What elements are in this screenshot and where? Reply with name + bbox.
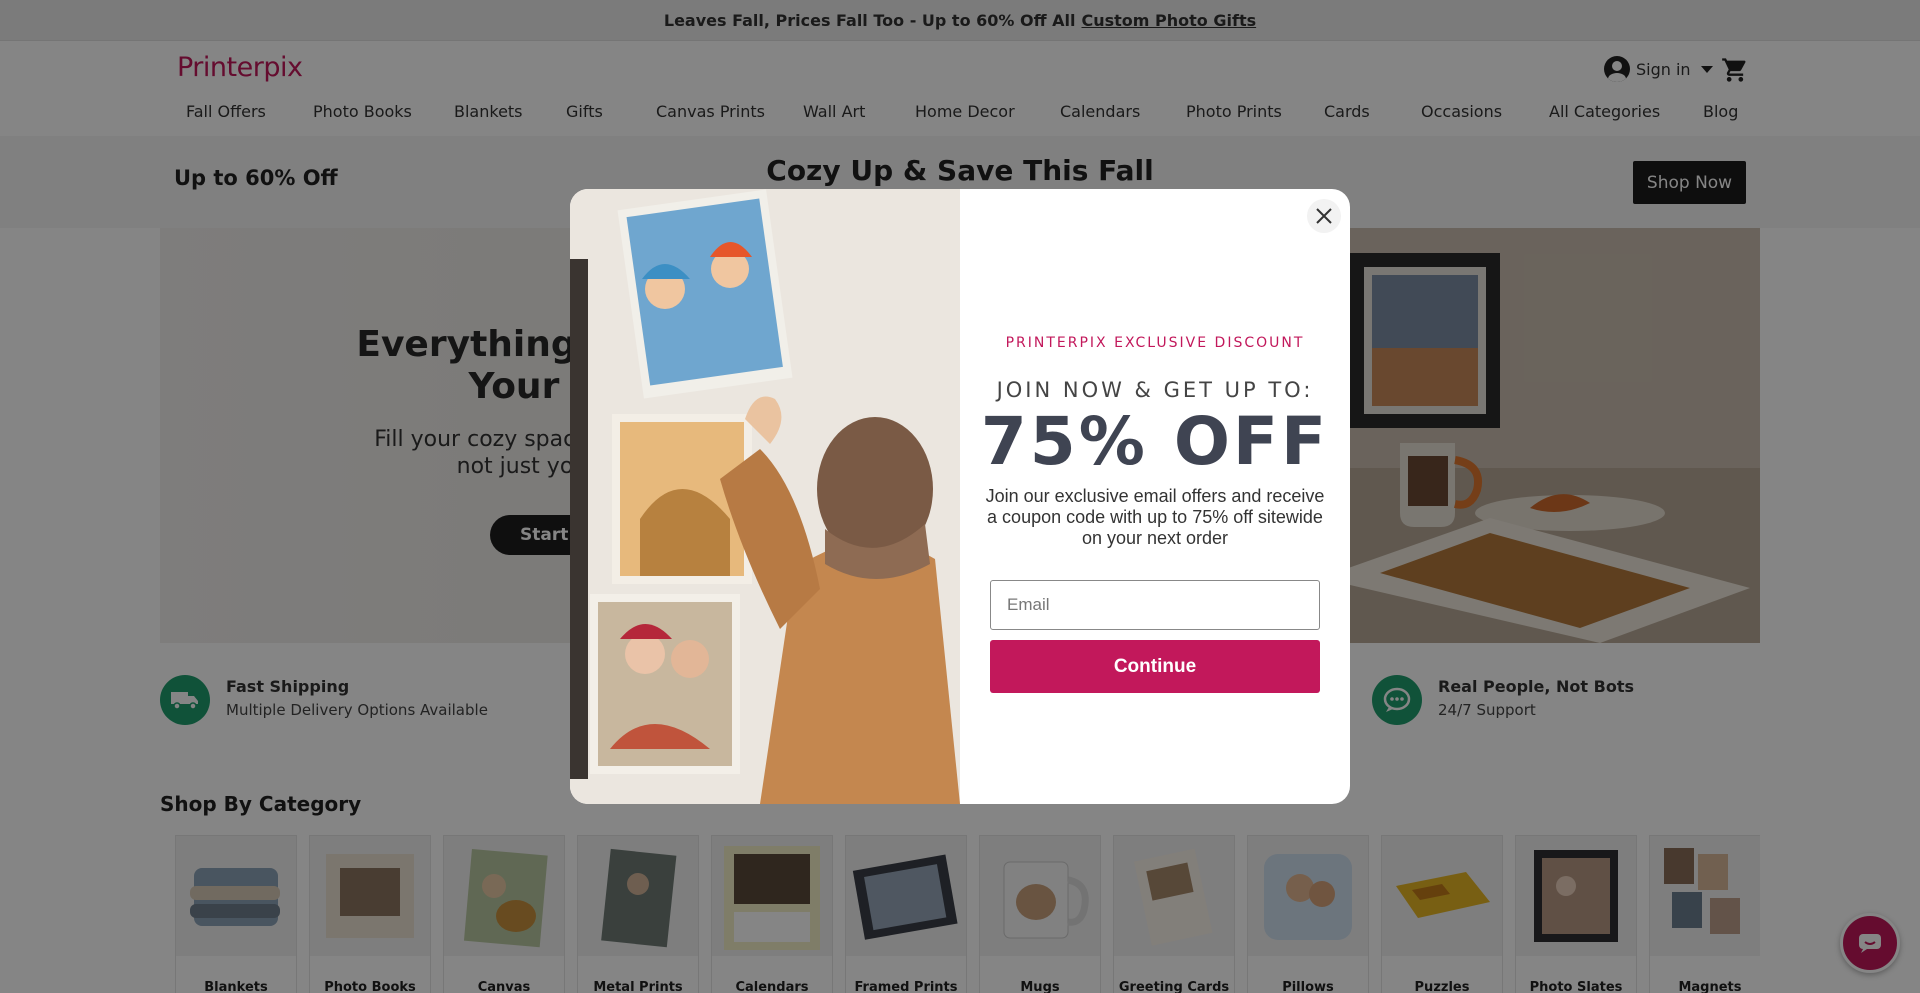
modal-eyebrow: PRINTERPIX EXCLUSIVE DISCOUNT (1005, 335, 1305, 351)
email-field[interactable] (990, 580, 1320, 630)
modal-photo (570, 189, 960, 804)
continue-button[interactable]: Continue (990, 640, 1320, 693)
modal-content: PRINTERPIX EXCLUSIVE DISCOUNT JOIN NOW &… (960, 189, 1350, 804)
discount-modal: PRINTERPIX EXCLUSIVE DISCOUNT JOIN NOW &… (570, 189, 1350, 804)
close-button[interactable] (1307, 199, 1341, 233)
modal-description: Join our exclusive email offers and rece… (985, 486, 1325, 548)
close-icon (1316, 208, 1332, 224)
modal-discount: 75% OFF (980, 403, 1330, 480)
modal-join-text: JOIN NOW & GET UP TO: (996, 378, 1314, 402)
